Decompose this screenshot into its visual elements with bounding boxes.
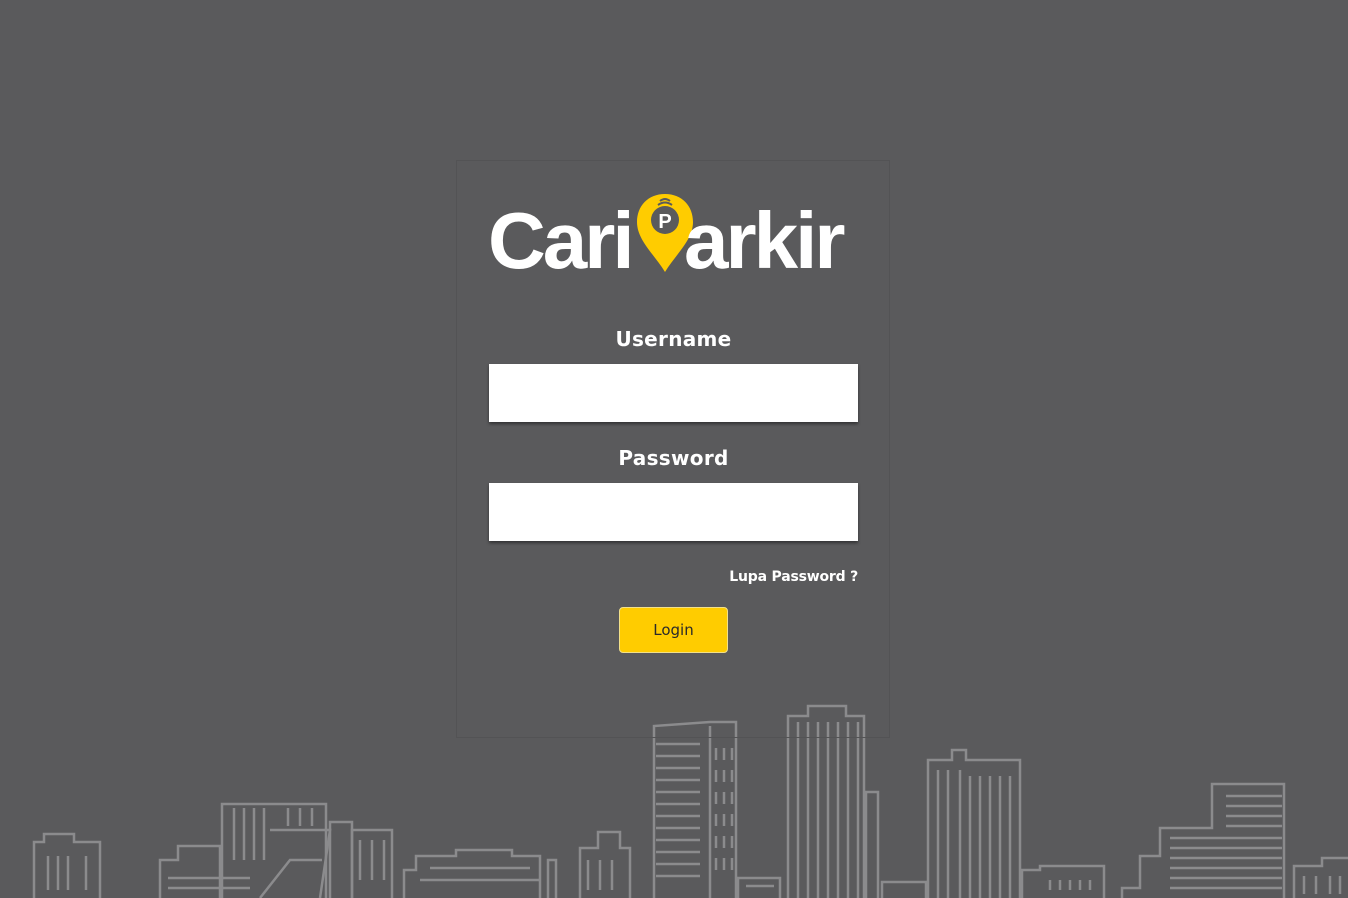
password-input[interactable] bbox=[489, 483, 858, 541]
username-input[interactable] bbox=[489, 364, 858, 422]
logo-text-arkir: arkir bbox=[684, 196, 844, 276]
password-label: Password bbox=[618, 446, 729, 470]
logo-pin-letter: P bbox=[658, 211, 671, 233]
logo-text-cari: Cari bbox=[488, 196, 632, 276]
forgot-password-link[interactable]: Lupa Password ? bbox=[700, 569, 858, 585]
cariparkir-logo: Cari P arkir bbox=[488, 194, 847, 276]
username-label: Username bbox=[615, 327, 732, 351]
login-button[interactable]: Login bbox=[619, 607, 728, 653]
